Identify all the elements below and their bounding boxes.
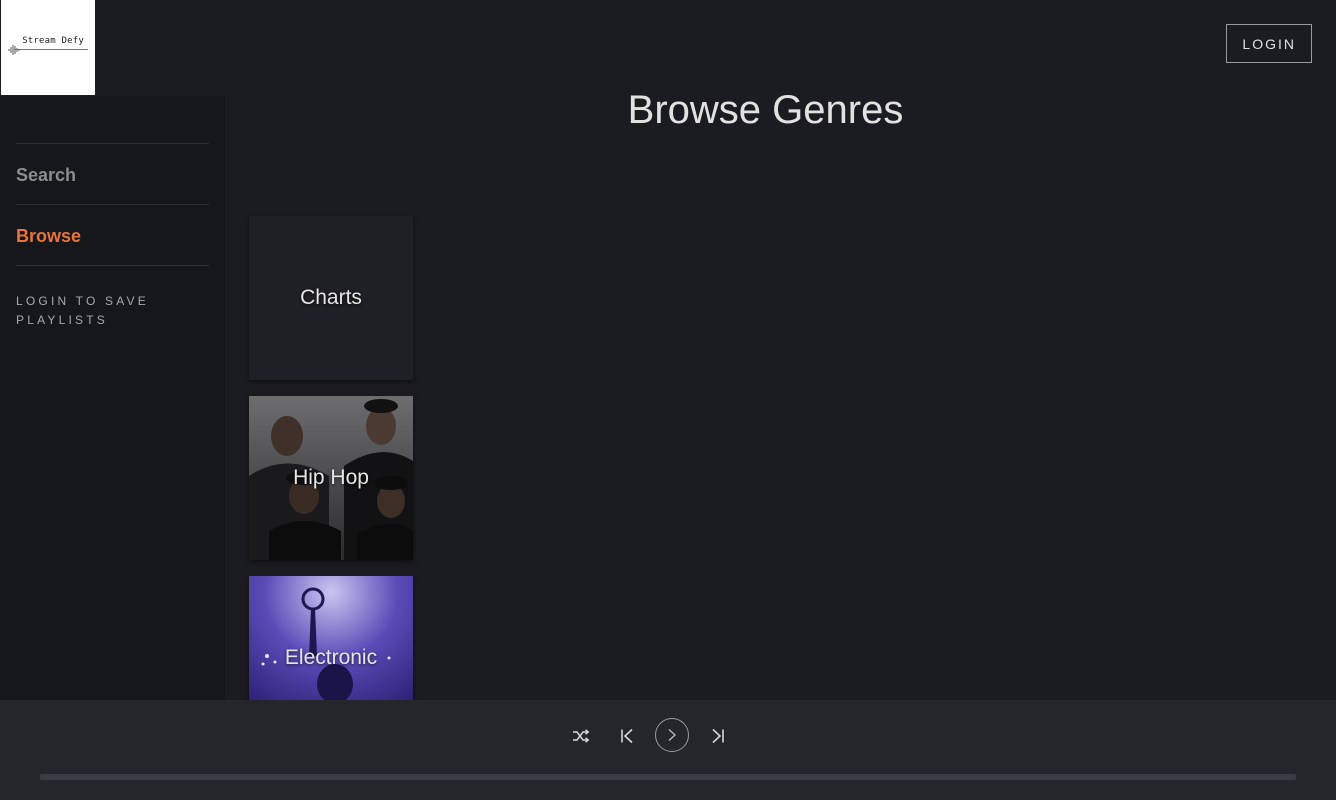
shuffle-button[interactable] xyxy=(570,726,592,746)
playback-progress-bar[interactable] xyxy=(40,774,1296,780)
genre-label: Electronic xyxy=(284,646,378,669)
genre-card-hip-hop[interactable]: Hip Hop xyxy=(249,396,413,560)
play-icon xyxy=(668,729,676,741)
page-title: Browse Genres xyxy=(627,88,904,132)
login-to-save-playlists-link[interactable]: LOGIN TO SAVE PLAYLISTS xyxy=(16,292,196,330)
logo-mark: Stream Defy xyxy=(8,36,88,60)
genre-card-charts[interactable]: Charts xyxy=(249,216,413,380)
sidebar-divider xyxy=(16,265,209,266)
sidebar-item-browse[interactable]: Browse xyxy=(16,226,81,247)
genre-label: Hip Hop xyxy=(293,466,369,489)
next-icon xyxy=(712,728,724,744)
shuffle-icon xyxy=(573,729,590,743)
play-button[interactable] xyxy=(655,718,689,752)
logo-underline xyxy=(14,48,88,50)
sidebar-divider xyxy=(16,204,209,205)
sidebar: Search Browse LOGIN TO SAVE PLAYLISTS xyxy=(0,96,225,700)
brand-logo[interactable]: Stream Defy xyxy=(1,0,95,95)
sidebar-divider xyxy=(16,143,209,144)
genre-label: Charts xyxy=(300,286,362,309)
logo-text: Stream Defy xyxy=(22,35,84,46)
previous-icon xyxy=(621,728,633,744)
sidebar-item-search[interactable]: Search xyxy=(16,165,76,186)
soundwave-icon xyxy=(8,44,20,55)
previous-button[interactable] xyxy=(617,726,637,746)
login-button[interactable]: LOGIN xyxy=(1226,24,1312,63)
next-button[interactable] xyxy=(708,726,728,746)
